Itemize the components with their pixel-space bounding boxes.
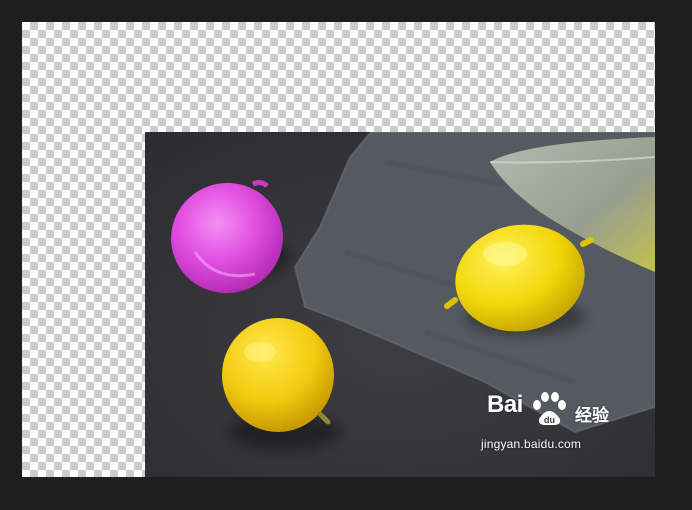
baidu-paw-icon: du bbox=[529, 391, 569, 427]
watermark-brand: Bai bbox=[487, 391, 523, 418]
watermark-url: jingyan.baidu.com bbox=[481, 437, 582, 451]
yellow-lemon-bottom bbox=[222, 318, 334, 432]
baidu-watermark: Bai du 经验 jingyan.baidu.com bbox=[481, 391, 617, 463]
svg-text:du: du bbox=[544, 415, 555, 425]
photo-layer[interactable]: Bai du 经验 jingyan.baidu.com bbox=[145, 132, 655, 477]
watermark-brand-cn: 经验 bbox=[575, 406, 609, 425]
